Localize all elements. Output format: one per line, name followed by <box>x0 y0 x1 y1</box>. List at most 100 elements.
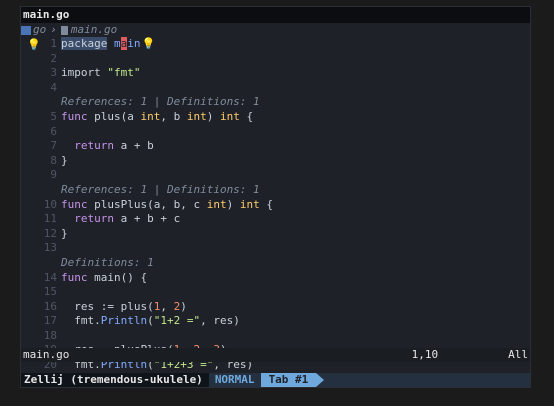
line-number: 4 <box>50 80 57 94</box>
codelens-text[interactable]: References: 1 | Definitions: 1 <box>61 95 260 108</box>
code-line: 7 return a + b <box>21 139 530 154</box>
line-number: 8 <box>50 153 57 167</box>
code-token: func <box>61 197 88 211</box>
tab-arrow-icon <box>316 373 325 387</box>
code-token: } <box>61 153 68 167</box>
line-number: 7 <box>50 139 57 153</box>
line-number: 17 <box>43 314 57 328</box>
zellij-mode: NORMAL <box>214 373 255 386</box>
code-token: import <box>61 66 101 80</box>
code-line: 2 <box>21 52 530 67</box>
status-line: main.go 1,10 All <box>21 348 530 362</box>
zellij-session: Zellij (tremendous-ukulele) <box>21 373 209 387</box>
line-number <box>21 183 61 198</box>
code-token: { <box>239 109 254 123</box>
zellij-tab[interactable]: Tab #1 <box>260 373 317 387</box>
code-text: func plusPlus(a, b, c int) int { <box>61 198 273 213</box>
code-token: "1+2 =" <box>153 314 201 328</box>
line-number: 15 <box>43 285 57 299</box>
window-title: main.go <box>21 7 530 23</box>
code-text: func plus(a int, b int) int { <box>61 110 253 125</box>
code-line: 14 func main() { <box>21 271 530 286</box>
code-line: 10 func plusPlus(a, b, c int) int { <box>21 198 530 213</box>
code-line: 15 <box>21 285 530 300</box>
codelens-text[interactable]: References: 1 | Definitions: 1 <box>61 183 260 196</box>
code-text: package main💡 <box>61 37 155 52</box>
breadcrumb-folder[interactable]: go <box>33 23 46 37</box>
code-text: func main() { <box>61 271 147 286</box>
code-line: 12} <box>21 227 530 242</box>
code-token: ( <box>147 314 154 328</box>
code-text: } <box>61 227 68 242</box>
code-token: Println <box>100 314 148 328</box>
code-token: , res) <box>200 314 240 328</box>
terminal-window: main.go go › main.go 1 💡 package main💡 2 3 im… <box>20 6 531 388</box>
code-line: 18 <box>21 329 530 344</box>
breadcrumb-file[interactable]: main.go <box>71 23 117 37</box>
code-token: int <box>186 109 207 123</box>
line-number: 14 <box>43 270 57 284</box>
lightbulb-icon[interactable]: 💡 <box>27 38 41 53</box>
code-token: int <box>206 197 227 211</box>
code-token: , <box>160 299 174 313</box>
code-line: 3 import "fmt" <box>21 66 530 81</box>
code-token: main() { <box>87 270 148 284</box>
code-text: return a + b + c <box>61 212 180 227</box>
line-number: 2 <box>50 51 57 65</box>
code-text: fmt.Println("1+2 =", res) <box>61 314 240 329</box>
line-number: 10 <box>43 197 57 211</box>
code-text: res := plus(1, 2) <box>61 300 187 315</box>
code-token: func <box>61 109 88 123</box>
code-token: } <box>61 226 68 240</box>
code-token: ) <box>180 299 187 313</box>
go-file-icon <box>60 25 68 35</box>
code-token: int <box>219 109 240 123</box>
folder-icon <box>21 25 31 35</box>
code-text: References: 1 | Definitions: 1 <box>61 95 260 110</box>
code-token: "fmt" <box>107 66 141 80</box>
line-number: 9 <box>50 168 57 182</box>
breadcrumb-separator-icon: › <box>50 23 57 36</box>
code-token: plusPlus(a, b, c <box>87 197 207 211</box>
code-token: res := plus( <box>61 299 154 313</box>
codelens-text[interactable]: Definitions: 1 <box>61 256 154 269</box>
code-line: 16 res := plus(1, 2) <box>21 300 530 315</box>
code-line: 6 <box>21 125 530 140</box>
code-token: a + b + c <box>113 212 181 226</box>
code-token: in <box>127 37 141 50</box>
code-token: int <box>239 197 260 211</box>
code-line: 5 func plus(a int, b int) int { <box>21 110 530 125</box>
line-number <box>21 256 61 271</box>
scroll-indicator: All <box>508 348 528 361</box>
code-text: import "fmt" <box>61 66 141 81</box>
code-text: } <box>61 154 68 169</box>
code-line: 9 <box>21 168 530 183</box>
code-line: 8} <box>21 154 530 169</box>
cursor-position: 1,10 <box>411 348 439 361</box>
code-token: fmt. <box>61 314 101 328</box>
line-number: 1 💡 <box>27 37 57 53</box>
line-number: 13 <box>43 241 57 255</box>
code-line: 4 <box>21 81 530 96</box>
code-text: Definitions: 1 <box>61 256 154 271</box>
code-line: 1 💡 package main💡 <box>21 37 530 52</box>
line-number: 3 <box>50 66 57 80</box>
code-editor[interactable]: 1 💡 package main💡 2 3 import "fmt" 4 References… <box>21 37 530 386</box>
code-token: plus(a <box>87 109 141 123</box>
code-token: , b <box>160 109 187 123</box>
code-text: References: 1 | Definitions: 1 <box>61 183 260 198</box>
code-token: int <box>140 109 161 123</box>
line-number <box>21 95 61 110</box>
codelens-line[interactable]: References: 1 | Definitions: 1 <box>21 95 530 110</box>
code-line: 17 fmt.Println("1+2 =", res) <box>21 314 530 329</box>
code-token: { <box>259 197 273 211</box>
code-token: ) <box>206 109 220 123</box>
codelens-line[interactable]: Definitions: 1 <box>21 256 530 271</box>
codelens-line[interactable]: References: 1 | Definitions: 1 <box>21 183 530 198</box>
line-number: 11 <box>43 212 57 226</box>
code-token: package <box>61 37 108 50</box>
zellij-bar: Zellij (tremendous-ukulele) NORMAL Tab #… <box>21 373 530 387</box>
line-number: 6 <box>50 124 57 138</box>
line-number: 5 <box>50 109 57 123</box>
lightbulb-inline-icon[interactable]: 💡 <box>141 37 155 50</box>
